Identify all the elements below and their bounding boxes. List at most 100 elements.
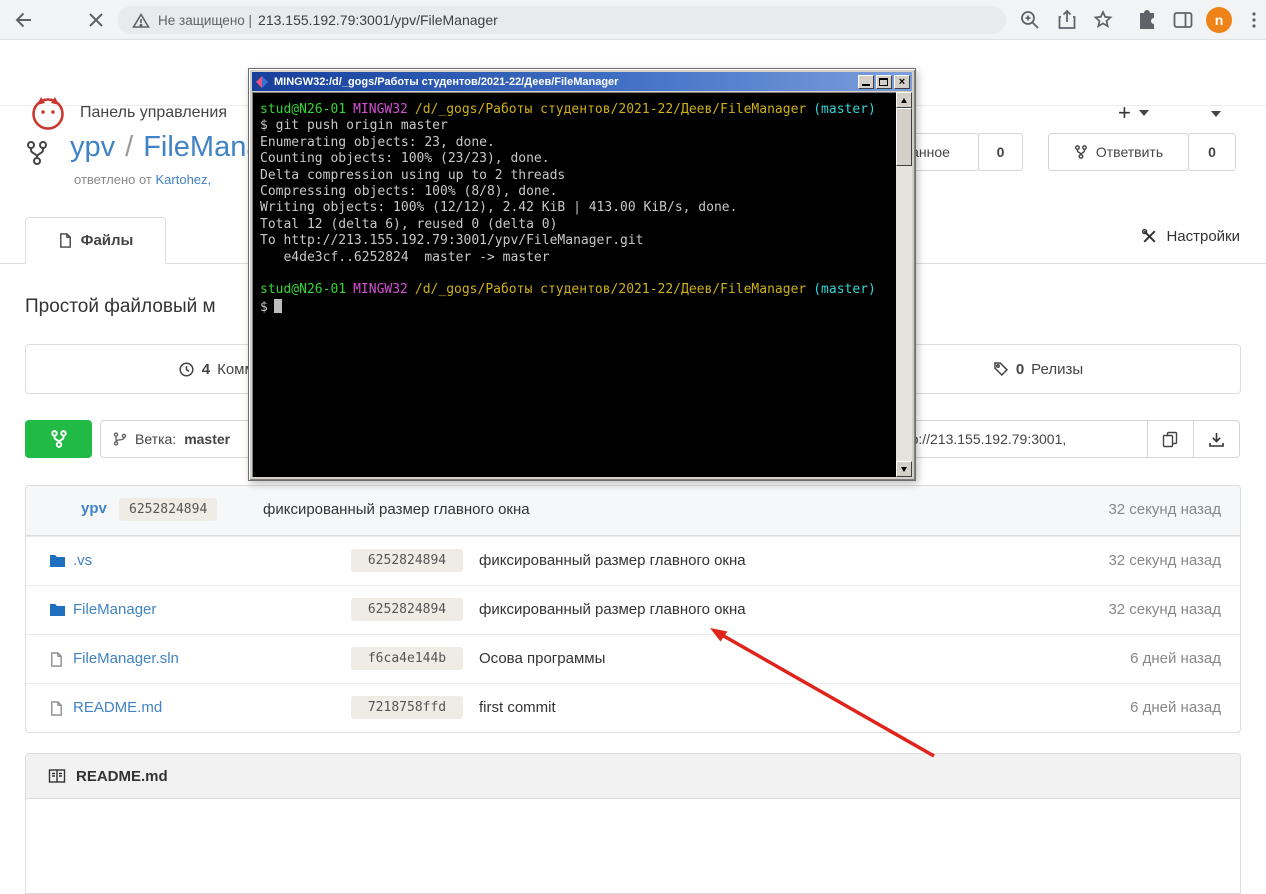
commit-sha-badge: 6252824894 <box>351 598 463 621</box>
fork-count[interactable]: 0 <box>1188 133 1236 171</box>
terminal-icon <box>255 75 269 89</box>
commit-sha-badge: 7218758ffd <box>351 696 463 719</box>
fork-button[interactable]: Ответвить <box>1048 133 1189 171</box>
file-link[interactable]: FileManager <box>73 601 156 618</box>
chevron-down-icon <box>1139 110 1149 116</box>
star-count[interactable]: 0 <box>978 133 1023 171</box>
file-icon <box>49 651 64 668</box>
download-button[interactable] <box>1193 420 1240 458</box>
copy-url-button[interactable] <box>1147 420 1194 458</box>
terminal-line: Delta compression using up to 2 threads <box>260 168 888 184</box>
folder-icon <box>49 553 66 568</box>
settings-tools-icon <box>1141 228 1158 245</box>
address-bar[interactable]: Не защищено | 213.155.192.79:3001/ypv/Fi… <box>118 6 1006 34</box>
browser-toolbar: Не защищено | 213.155.192.79:3001/ypv/Fi… <box>0 0 1266 40</box>
commit-sha-badge: 6252824894 <box>351 549 463 572</box>
clone-url-input[interactable]: http://213.155.192.79:3001, <box>884 420 1148 458</box>
commit-time: 6 дней назад <box>1130 699 1221 716</box>
gogs-logo[interactable] <box>28 93 68 133</box>
terminal-line: e4de3cf..6252824 master -> master <box>260 250 888 266</box>
security-label: Не защищено | <box>158 13 252 28</box>
latest-commit-row[interactable]: ypv 6252824894 фиксированный размер глав… <box>26 486 1240 536</box>
bookmark-star-icon[interactable] <box>1091 8 1115 32</box>
account-menu-caret[interactable] <box>1211 111 1221 117</box>
scroll-down-button[interactable] <box>896 461 912 477</box>
terminal-output: stud@N26-01MINGW32/d/_gogs/Работы студен… <box>252 92 896 477</box>
terminal-cursor <box>274 299 282 313</box>
history-icon <box>178 361 195 378</box>
fork-icon <box>1074 144 1088 160</box>
terminal-line: Compressing objects: 100% (8/8), done. <box>260 184 888 200</box>
latest-commit-sha-badge[interactable]: 6252824894 <box>119 498 217 521</box>
commit-author-link[interactable]: ypv <box>81 500 107 517</box>
commit-time: 6 дней назад <box>1130 650 1221 667</box>
browser-profile-avatar[interactable]: n <box>1206 7 1232 33</box>
terminal-blank-line <box>260 266 888 282</box>
terminal-command-line: $ git push origin master <box>260 118 888 134</box>
repo-owner-link[interactable]: ypv <box>70 131 115 163</box>
zoom-icon[interactable] <box>1018 8 1042 32</box>
new-repo-button[interactable]: + <box>1118 100 1149 126</box>
url-text: 213.155.192.79:3001/ypv/FileManager <box>258 12 498 28</box>
terminal-line: Total 12 (delta 6), reused 0 (delta 0) <box>260 217 888 233</box>
table-row[interactable]: README.md 7218758ffd first commit 6 дней… <box>26 683 1240 732</box>
repo-fork-icon <box>24 139 50 167</box>
terminal-line: Writing objects: 100% (12/12), 2.42 KiB … <box>260 200 888 216</box>
commit-time: 32 секунд назад <box>1108 601 1221 618</box>
commit-message[interactable]: Осова программы <box>479 650 605 667</box>
terminal-prompt-line: stud@N26-01MINGW32/d/_gogs/Работы студен… <box>260 102 888 118</box>
maximize-button[interactable] <box>876 75 892 89</box>
file-tab-icon <box>58 232 73 249</box>
table-row[interactable]: FileManager.sln f6ca4e144b Осова програм… <box>26 634 1240 683</box>
readme-title: README.md <box>76 768 168 785</box>
terminal-line: Enumerating objects: 23, done. <box>260 135 888 151</box>
minimize-button[interactable] <box>858 75 874 89</box>
back-icon[interactable] <box>12 8 36 32</box>
browser-menu-icon[interactable] <box>1242 8 1266 32</box>
stop-icon[interactable] <box>84 8 108 32</box>
scrollbar-thumb[interactable] <box>896 108 912 166</box>
terminal-cursor-line: $ <box>260 299 888 315</box>
file-link[interactable]: FileManager.sln <box>73 650 179 667</box>
repo-description: Простой файловый м <box>25 296 216 318</box>
file-table: ypv 6252824894 фиксированный размер глав… <box>25 485 1241 733</box>
terminal-prompt-line: stud@N26-01MINGW32/d/_gogs/Работы студен… <box>260 282 888 298</box>
terminal-scrollbar[interactable] <box>896 92 912 477</box>
screen: Не защищено | 213.155.192.79:3001/ypv/Fi… <box>0 0 1266 894</box>
branch-dropdown[interactable]: Ветка:master <box>100 420 270 458</box>
tab-files[interactable]: Файлы <box>25 217 166 264</box>
sidebar-icon[interactable] <box>1171 8 1195 32</box>
tag-icon <box>993 361 1009 377</box>
commit-time: 32 секунд назад <box>1108 552 1221 569</box>
folder-icon <box>49 602 66 617</box>
tab-settings[interactable]: Настройки <box>1141 228 1240 245</box>
terminal-line: Counting objects: 100% (23/23), done. <box>260 151 888 167</box>
file-link[interactable]: .vs <box>73 552 92 569</box>
warning-icon <box>132 12 150 29</box>
scroll-up-button[interactable] <box>896 92 912 108</box>
forked-from-note: ответлено от Kartohez, <box>74 172 211 187</box>
table-row[interactable]: .vs 6252824894 фиксированный размер глав… <box>26 536 1240 585</box>
extensions-puzzle-icon[interactable] <box>1135 8 1159 32</box>
table-row[interactable]: FileManager 6252824894 фиксированный раз… <box>26 585 1240 634</box>
file-link[interactable]: README.md <box>73 699 162 716</box>
nav-dashboard-link[interactable]: Панель управления <box>80 104 227 122</box>
terminal-body: stud@N26-01MINGW32/d/_gogs/Работы студен… <box>252 92 912 477</box>
share-icon[interactable] <box>1055 8 1079 32</box>
commit-message[interactable]: фиксированный размер главного окна <box>479 552 746 569</box>
branch-icon <box>113 431 127 447</box>
latest-commit-time: 32 секунд назад <box>1108 501 1221 518</box>
terminal-window[interactable]: MINGW32:/d/_gogs/Работы студентов/2021-2… <box>248 68 916 481</box>
commit-sha-badge: f6ca4e144b <box>351 647 463 670</box>
commit-message[interactable]: фиксированный размер главного окна <box>479 601 746 618</box>
terminal-titlebar[interactable]: MINGW32:/d/_gogs/Работы студентов/2021-2… <box>252 72 912 91</box>
readme-header: README.md <box>26 754 1240 799</box>
repo-title-slash: / <box>125 131 133 163</box>
forked-from-link[interactable]: Kartohez, <box>156 172 212 187</box>
file-icon <box>49 700 64 717</box>
compare-button[interactable] <box>25 420 92 458</box>
close-button[interactable]: × <box>894 75 910 89</box>
commit-message[interactable]: first commit <box>479 699 556 716</box>
latest-commit-message[interactable]: фиксированный размер главного окна <box>263 501 530 518</box>
readme-panel: README.md <box>25 753 1241 894</box>
